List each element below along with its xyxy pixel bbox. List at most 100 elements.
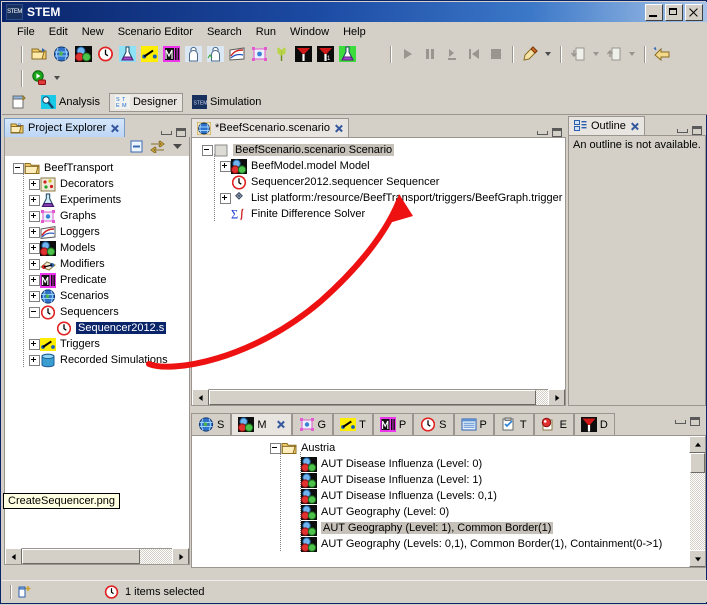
collapse-all-icon[interactable] bbox=[130, 140, 143, 153]
open-perspective-button[interactable] bbox=[2, 93, 32, 112]
new-scenario-icon[interactable] bbox=[50, 43, 72, 65]
tree-item[interactable]: List platform:/resource/BeefTransport/tr… bbox=[192, 190, 565, 206]
tree-item[interactable]: Sequencer2012.sequencer Sequencer bbox=[192, 174, 565, 190]
tree-item[interactable]: BeefTransport bbox=[5, 160, 189, 176]
menu-item-help[interactable]: Help bbox=[336, 24, 373, 40]
step-icon[interactable] bbox=[441, 43, 463, 65]
maximize-icon[interactable] bbox=[690, 417, 700, 426]
open-project-icon[interactable] bbox=[28, 43, 50, 65]
tree-item[interactable]: Austria bbox=[192, 440, 705, 456]
scroll-up-button[interactable] bbox=[689, 436, 705, 453]
tree-item[interactable]: Predicate bbox=[5, 272, 189, 288]
reset-icon[interactable] bbox=[463, 43, 485, 65]
perspective-simulation[interactable]: STEM Simulation bbox=[187, 93, 266, 112]
minimize-button[interactable] bbox=[645, 3, 663, 21]
tree-item[interactable]: AUT Disease Influenza (Level: 1) bbox=[192, 472, 705, 488]
new-population-icon[interactable] bbox=[182, 43, 204, 65]
expand-icon[interactable] bbox=[29, 338, 40, 350]
new-sequencer-icon[interactable] bbox=[94, 43, 116, 65]
minimize-icon[interactable] bbox=[161, 130, 172, 135]
expand-icon[interactable] bbox=[220, 160, 231, 172]
tree-item[interactable]: Sequencer2012.s bbox=[5, 320, 189, 336]
tree-item[interactable]: Loggers bbox=[5, 224, 189, 240]
scroll-thumb[interactable] bbox=[690, 453, 705, 473]
view-menu-icon[interactable] bbox=[172, 141, 183, 152]
menu-item-new[interactable]: New bbox=[75, 24, 111, 40]
tree-item[interactable]: Modifiers bbox=[5, 256, 189, 272]
minimize-icon[interactable] bbox=[537, 130, 548, 135]
scroll-down-button[interactable] bbox=[689, 550, 705, 567]
tree-item[interactable]: Σ Finite Difference Solver bbox=[192, 206, 565, 222]
bottom-tab-9[interactable]: D bbox=[573, 413, 615, 435]
collapse-icon[interactable] bbox=[29, 306, 40, 318]
bottom-tab-3[interactable]: T bbox=[333, 413, 373, 435]
export-icon[interactable] bbox=[603, 43, 625, 65]
tree-item[interactable]: AUT Disease Influenza (Level: 0) bbox=[192, 456, 705, 472]
scroll-right-button[interactable] bbox=[172, 548, 189, 564]
bottom-tab-4[interactable]: P bbox=[372, 413, 414, 435]
tree-item[interactable]: BeefScenario.scenario Scenario bbox=[192, 142, 565, 158]
tab-project-explorer[interactable]: P Project Explorer bbox=[4, 118, 126, 137]
expand-icon[interactable] bbox=[220, 192, 231, 204]
bottom-tab-8[interactable]: E bbox=[533, 413, 574, 435]
scroll-left-button[interactable] bbox=[5, 548, 22, 564]
project-explorer-hscrollbar[interactable] bbox=[5, 548, 189, 564]
tab-outline[interactable]: Outline bbox=[568, 116, 645, 135]
tree-item[interactable]: Scenarios bbox=[5, 288, 189, 304]
maximize-icon[interactable] bbox=[692, 126, 702, 135]
new-model-icon[interactable] bbox=[72, 43, 94, 65]
pen-icon[interactable] bbox=[519, 43, 541, 65]
bottom-tab-5[interactable]: S bbox=[413, 413, 454, 435]
maximize-button[interactable] bbox=[665, 3, 683, 21]
bottom-tab-7[interactable]: T bbox=[493, 413, 534, 435]
close-icon[interactable] bbox=[110, 124, 119, 133]
new-food-production-icon[interactable] bbox=[270, 43, 292, 65]
tree-item[interactable]: AUT Disease Influenza (Levels: 0,1) bbox=[192, 488, 705, 504]
bottom-panel-vscrollbar[interactable] bbox=[689, 436, 705, 567]
minimize-icon[interactable] bbox=[675, 419, 686, 424]
maximize-icon[interactable] bbox=[176, 128, 186, 137]
tree-item[interactable]: AUT Geography (Level: 0) bbox=[192, 504, 705, 520]
expand-icon[interactable] bbox=[29, 210, 40, 222]
new-predicate-icon[interactable] bbox=[160, 43, 182, 65]
maximize-icon[interactable] bbox=[552, 128, 562, 137]
expand-icon[interactable] bbox=[29, 354, 40, 366]
run-secure-icon[interactable] bbox=[28, 67, 50, 89]
scenario-tree[interactable]: BeefScenario.scenario Scenario BeefModel.… bbox=[192, 138, 565, 405]
expand-icon[interactable] bbox=[29, 226, 40, 238]
menu-item-search[interactable]: Search bbox=[200, 24, 249, 40]
bottom-tab-6[interactable]: P bbox=[453, 413, 494, 435]
expand-icon[interactable] bbox=[29, 290, 40, 302]
editor-hscrollbar[interactable] bbox=[192, 389, 565, 405]
new-disease-2-icon[interactable]: 1 bbox=[314, 43, 336, 65]
tree-item[interactable]: Experiments bbox=[5, 192, 189, 208]
close-icon[interactable] bbox=[630, 122, 639, 131]
expand-icon[interactable] bbox=[29, 274, 40, 286]
new-logger-icon[interactable] bbox=[226, 43, 248, 65]
pause-icon[interactable] bbox=[419, 43, 441, 65]
tab-beefscenario[interactable]: *BeefScenario.scenario bbox=[191, 118, 349, 137]
tree-item[interactable]: Sequencers bbox=[5, 304, 189, 320]
new-trigger-icon[interactable] bbox=[138, 43, 160, 65]
tree-item[interactable]: AUT Geography (Level: 1), Common Border(… bbox=[192, 520, 705, 536]
close-button[interactable] bbox=[685, 3, 703, 21]
perspective-analysis[interactable]: Analysis bbox=[36, 93, 105, 112]
new-experiment-2-icon[interactable] bbox=[336, 43, 358, 65]
expand-icon[interactable] bbox=[29, 194, 40, 206]
back-icon[interactable] bbox=[651, 43, 673, 65]
import-dropdown-icon[interactable] bbox=[593, 52, 599, 56]
scroll-left-button[interactable] bbox=[192, 389, 209, 405]
new-disease-icon[interactable] bbox=[292, 43, 314, 65]
minimize-icon[interactable] bbox=[677, 128, 688, 133]
close-icon[interactable] bbox=[276, 420, 285, 429]
run-dropdown-icon[interactable] bbox=[54, 76, 60, 80]
perspective-designer[interactable]: S T E M Designer bbox=[108, 92, 183, 112]
new-experiment-icon[interactable] bbox=[116, 43, 138, 65]
expand-icon[interactable] bbox=[29, 178, 40, 190]
menu-item-file[interactable]: File bbox=[10, 24, 42, 40]
pen-dropdown-icon[interactable] bbox=[545, 52, 551, 56]
tree-item[interactable]: Models bbox=[5, 240, 189, 256]
scroll-thumb[interactable] bbox=[209, 390, 536, 405]
expand-icon[interactable] bbox=[29, 242, 40, 254]
expand-icon[interactable] bbox=[29, 258, 40, 270]
